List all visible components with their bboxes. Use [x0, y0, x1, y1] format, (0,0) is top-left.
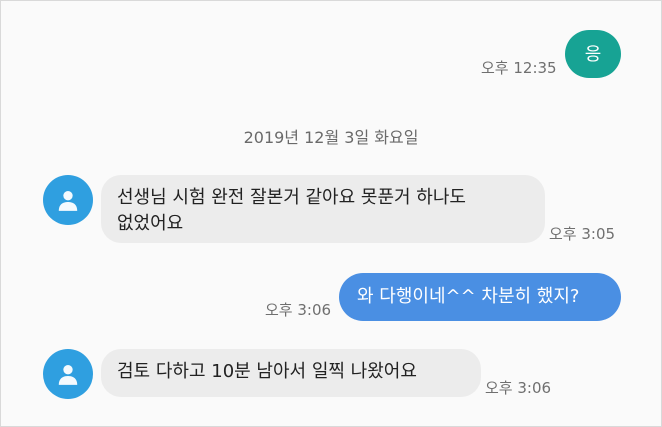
chat-window: 오후 12:35 응 2019년 12월 3일 화요일 선생님 시험 완전 잘본… [0, 0, 662, 427]
message-text: 응 [584, 44, 602, 65]
person-icon [58, 365, 78, 385]
avatar[interactable] [43, 349, 93, 399]
outgoing-message-bubble[interactable]: 응 [565, 30, 621, 78]
avatar[interactable] [43, 175, 93, 225]
message-time: 오후 12:35 [481, 59, 557, 77]
person-icon [58, 191, 78, 211]
message-text-line: 없었어요 [117, 213, 184, 234]
message-time: 오후 3:05 [549, 225, 616, 243]
message-text-line: 선생님 시험 완전 잘본거 같아요 못푼거 하나도 [117, 187, 466, 208]
incoming-message-bubble[interactable]: 선생님 시험 완전 잘본거 같아요 못푼거 하나도 없었어요 [101, 175, 545, 243]
message-time: 오후 3:06 [485, 379, 552, 397]
message-text: 검토 다하고 10분 남아서 일찍 나왔어요 [117, 361, 417, 382]
message-time: 오후 3:06 [265, 301, 332, 319]
incoming-message-bubble[interactable]: 검토 다하고 10분 남아서 일찍 나왔어요 [101, 349, 481, 397]
outgoing-message-bubble[interactable]: 와 다행이네^^ 차분히 했지? [339, 273, 621, 321]
date-separator: 2019년 12월 3일 화요일 [243, 128, 419, 147]
message-text: 와 다행이네^^ 차분히 했지? [357, 286, 580, 307]
